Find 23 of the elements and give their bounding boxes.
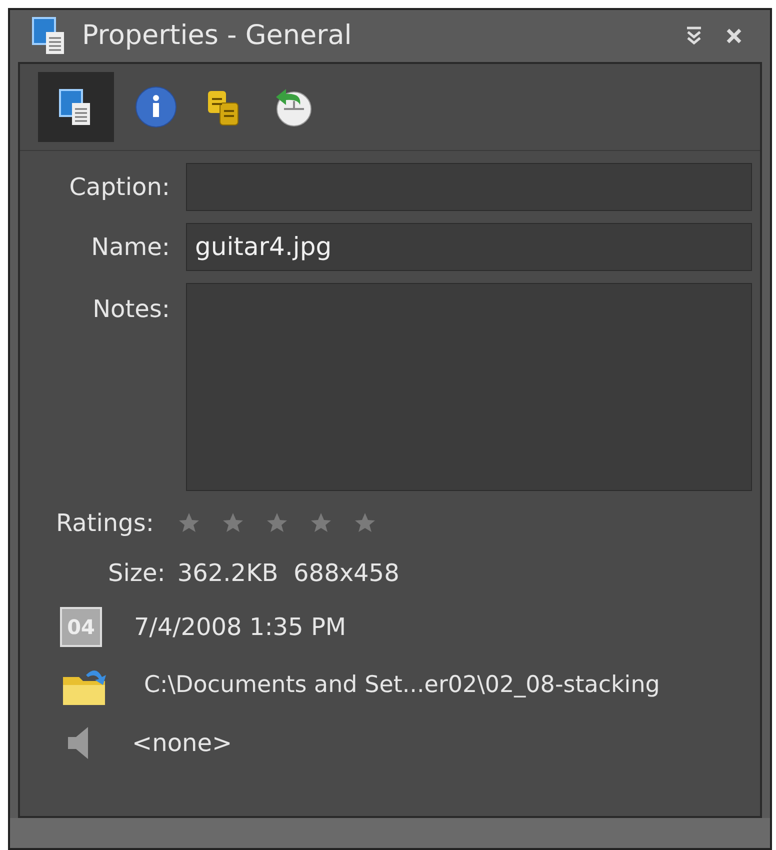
toolbar-tab[interactable] xyxy=(38,72,114,142)
audio-value: <none> xyxy=(132,728,232,759)
text-field[interactable] xyxy=(186,163,752,211)
star-icon[interactable] xyxy=(354,512,376,534)
date-value: 7/4/2008 1:35 PM xyxy=(134,612,346,643)
text-field[interactable]: guitar4.jpg xyxy=(186,223,752,271)
field-label: Name: xyxy=(90,232,170,263)
field-label: Notes: xyxy=(92,294,170,325)
size-label: Size: xyxy=(108,558,166,589)
collapse-icon xyxy=(685,26,703,46)
calendar-icon: 04 xyxy=(60,607,102,647)
star-icon[interactable] xyxy=(266,512,288,534)
field-label: Caption: xyxy=(68,172,170,203)
close-icon xyxy=(725,27,743,45)
info-icon xyxy=(134,85,178,129)
size-value: 362.2KB 688x458 xyxy=(177,558,400,589)
star-icon[interactable] xyxy=(222,512,244,534)
star-icon[interactable] xyxy=(178,512,200,534)
ratings-label: Ratings: xyxy=(56,508,154,539)
file-path: C:\Documents and Set...er02\02_08-stacking xyxy=(144,670,660,700)
notes-field[interactable] xyxy=(186,283,752,491)
window-title: Properties - General xyxy=(82,18,353,53)
star-icon[interactable] xyxy=(310,512,332,534)
